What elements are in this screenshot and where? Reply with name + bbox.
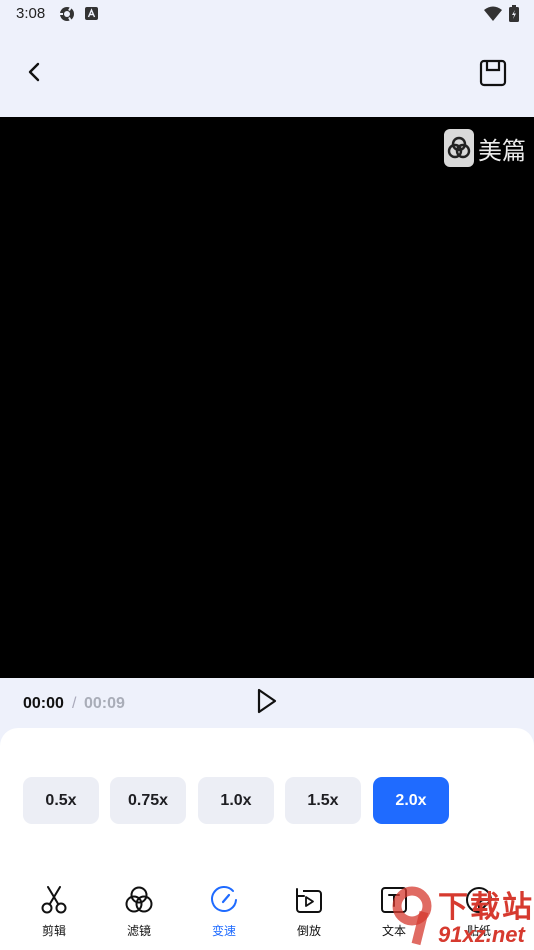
meipian-logo-icon xyxy=(444,129,474,167)
watermark-text: 美篇 xyxy=(478,136,526,165)
site-watermark-url: 91xz.net xyxy=(438,922,525,947)
tool-reverse[interactable]: 倒放 xyxy=(279,884,339,944)
playback-bar: 00:00 / 00:09 xyxy=(0,678,534,730)
app-watermark: 美篇 xyxy=(444,129,526,167)
tool-filter-label: 滤镜 xyxy=(126,924,151,938)
speed-option-2.0x[interactable]: 2.0x xyxy=(373,777,449,824)
chevron-left-icon xyxy=(26,61,42,88)
tool-trim-label: 剪辑 xyxy=(41,924,66,938)
play-button[interactable] xyxy=(253,687,281,719)
settings-cog-icon xyxy=(58,5,76,28)
tool-trim[interactable]: 剪辑 xyxy=(24,884,84,944)
speed-option-0.75x[interactable]: 0.75x xyxy=(110,777,186,824)
speed-option-1.5x[interactable]: 1.5x xyxy=(285,777,361,824)
site-watermark: 下载站 91xz.net xyxy=(390,880,534,950)
tool-speed[interactable]: 变速 xyxy=(194,884,254,944)
tool-reverse-label: 倒放 xyxy=(296,924,321,938)
speed-icon xyxy=(194,884,254,916)
site-watermark-title: 下载站 xyxy=(438,890,534,925)
current-time: 00:00 xyxy=(23,695,64,712)
reverse-play-icon xyxy=(279,884,339,916)
speed-option-0.5x[interactable]: 0.5x xyxy=(23,777,99,824)
video-preview[interactable]: 美篇 xyxy=(0,117,534,678)
play-icon xyxy=(256,687,278,720)
tool-filter[interactable]: 滤镜 xyxy=(109,884,169,944)
wifi-icon xyxy=(484,6,502,26)
save-icon xyxy=(479,59,507,92)
status-time: 3:08 xyxy=(16,5,46,22)
status-bar: 3:08 xyxy=(0,0,534,28)
tool-speed-label: 变速 xyxy=(211,924,236,938)
total-time: 00:09 xyxy=(84,695,125,712)
a-box-icon xyxy=(85,7,98,25)
time-separator: / xyxy=(72,695,77,712)
battery-icon xyxy=(509,5,519,27)
speed-option-1.0x[interactable]: 1.0x xyxy=(198,777,274,824)
save-button[interactable] xyxy=(476,58,510,92)
site-logo-icon xyxy=(390,886,436,950)
back-button[interactable] xyxy=(18,58,50,90)
scissors-icon xyxy=(24,884,84,916)
filter-icon xyxy=(109,884,169,916)
